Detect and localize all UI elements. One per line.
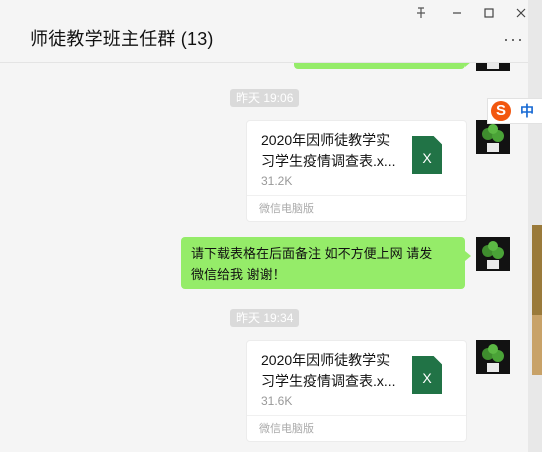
timestamp: 昨天 19:06 bbox=[230, 89, 300, 107]
chat-message-area[interactable]: 昨天 19:06 2020年因师徒教学实习学生疫情调查表.x... 31.2K … bbox=[0, 63, 542, 452]
file-message-card[interactable]: 2020年因师徒教学实习学生疫情调查表.x... 31.6K X 微信电脑版 bbox=[246, 340, 467, 442]
minimize-icon[interactable] bbox=[446, 6, 468, 24]
file-name: 2020年因师徒教学实习学生疫情调查表.x... bbox=[261, 132, 396, 169]
plant-avatar-icon[interactable] bbox=[476, 340, 510, 374]
excel-file-icon: X bbox=[412, 356, 442, 394]
chat-title: 师徒教学班主任群 (13) bbox=[30, 29, 214, 49]
title-bar: 师徒教学班主任群 (13) ··· bbox=[0, 0, 542, 63]
ime-mode-label[interactable]: 中 bbox=[520, 101, 534, 121]
file-size: 31.2K bbox=[261, 174, 293, 188]
message-text-line: 微信给我 谢谢！ bbox=[191, 267, 286, 282]
plant-avatar-icon[interactable] bbox=[476, 237, 510, 271]
message-text: 请下载表格在后面备注 如不方便上网 请发 微信给我 谢谢！ bbox=[191, 243, 432, 285]
timestamp: 昨天 19:34 bbox=[230, 309, 300, 327]
text-message-bubble[interactable]: 请下载表格在后面备注 如不方便上网 请发 微信给我 谢谢！ bbox=[181, 237, 471, 289]
pin-icon[interactable] bbox=[410, 6, 432, 24]
file-source-label: 微信电脑版 bbox=[247, 415, 466, 442]
file-size: 31.6K bbox=[261, 394, 293, 408]
file-name: 2020年因师徒教学实习学生疫情调查表.x... bbox=[261, 352, 396, 389]
plant-avatar-icon[interactable] bbox=[476, 120, 510, 154]
excel-file-icon: X bbox=[412, 136, 442, 174]
sogou-ime-toolbar[interactable]: S 中 bbox=[487, 98, 542, 124]
plant-avatar-icon[interactable] bbox=[476, 63, 510, 71]
maximize-icon[interactable] bbox=[478, 6, 500, 24]
message-text-line: 请下载表格在后面备注 如不方便上网 请发 bbox=[191, 246, 433, 261]
previous-message-bubble[interactable] bbox=[294, 63, 471, 69]
file-source-label: 微信电脑版 bbox=[247, 195, 466, 222]
more-icon[interactable]: ··· bbox=[503, 30, 524, 48]
background-window-edge bbox=[528, 0, 542, 452]
sogou-ime-icon[interactable]: S bbox=[491, 101, 511, 121]
file-message-card[interactable]: 2020年因师徒教学实习学生疫情调查表.x... 31.2K X 微信电脑版 bbox=[246, 120, 467, 222]
